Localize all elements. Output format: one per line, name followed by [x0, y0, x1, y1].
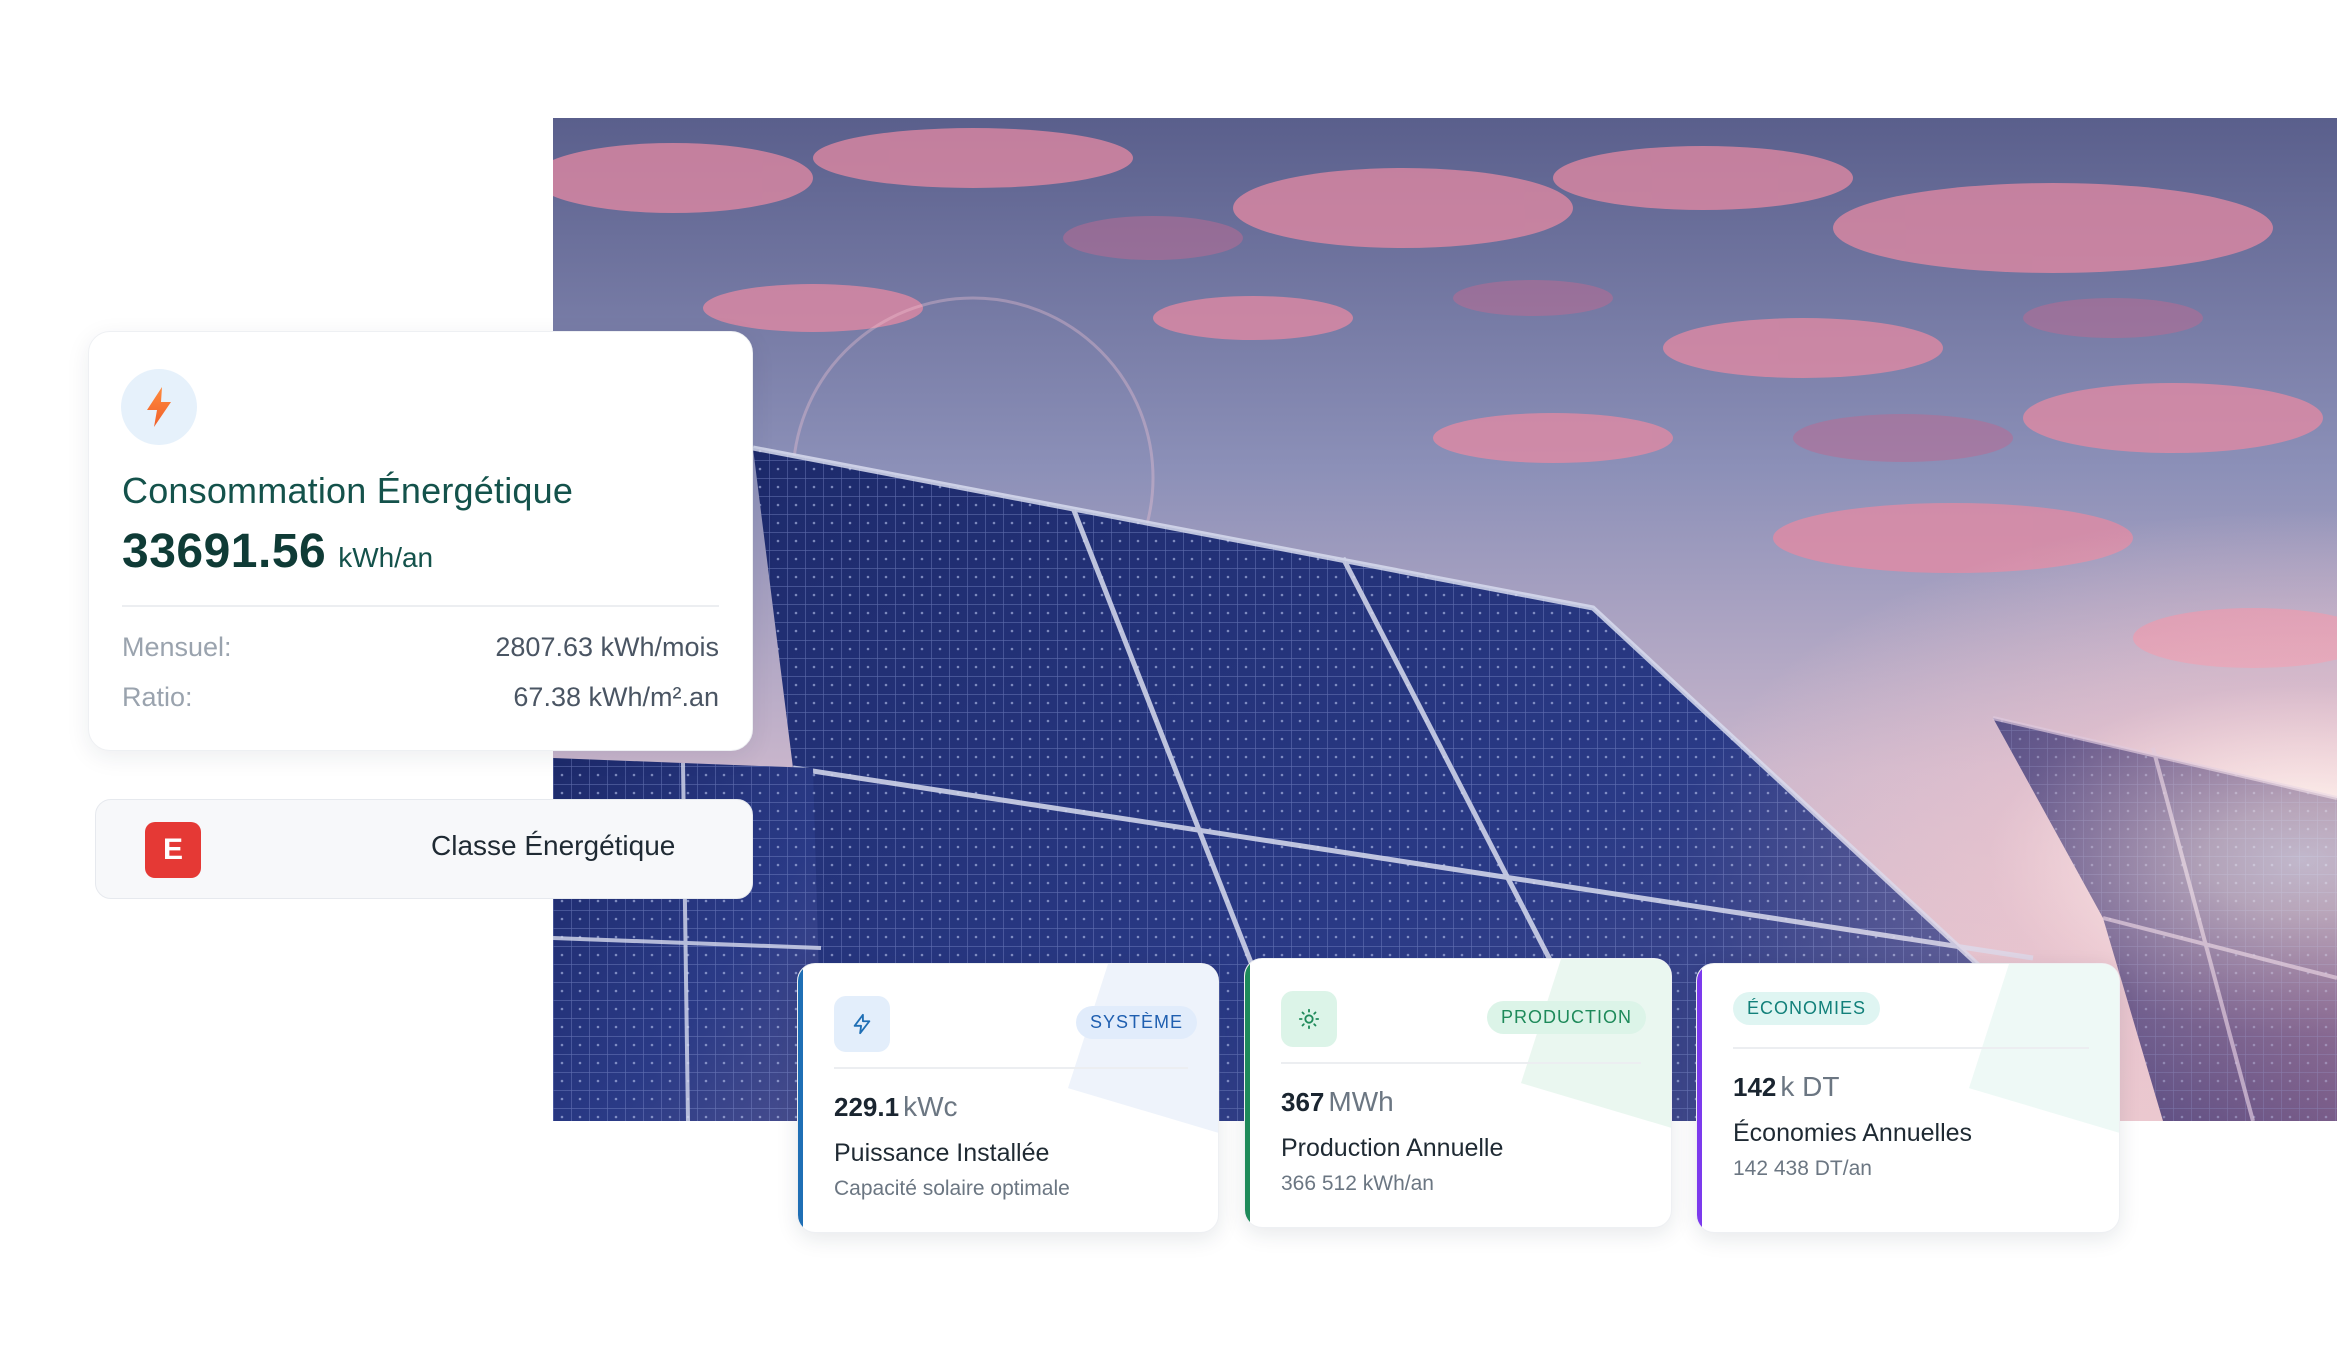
system-unit: kWc	[903, 1091, 958, 1122]
ratio-value: 67.38 kWh/m².an	[513, 682, 719, 712]
savings-unit: k DT	[1780, 1071, 1840, 1102]
card-decoration	[1969, 964, 2119, 1133]
kpi-card-production: PRODUCTION 367 MWh Production Annuelle 3…	[1244, 958, 1672, 1228]
energy-value: 33691.56	[122, 525, 327, 578]
kpi-card-system: SYSTÈME 229.1 kWc Puissance Installée Ca…	[797, 963, 1219, 1233]
energy-consumption-card: Consommation Énergétique 33691.56 kWh/an…	[88, 331, 753, 751]
savings-tag: ÉCONOMIES	[1733, 992, 1881, 1025]
system-tag: SYSTÈME	[1076, 1006, 1198, 1039]
ratio-stat-row: Ratio: 67.38 kWh/m².an	[122, 682, 719, 713]
system-label: Puissance Installée	[834, 1139, 1050, 1167]
monthly-stat-row: Mensuel: 2807.63 kWh/mois	[122, 632, 719, 663]
energy-unit: kWh/an	[338, 542, 434, 573]
system-value: 229.1	[834, 1092, 900, 1122]
divider	[1281, 1062, 1641, 1064]
savings-value-row: 142 k DT	[1733, 1071, 1840, 1103]
sun-icon	[1281, 991, 1337, 1047]
production-value-row: 367 MWh	[1281, 1086, 1394, 1118]
savings-sub: 142 438 DT/an	[1733, 1157, 1872, 1180]
bolt-icon	[121, 369, 197, 445]
production-sub: 366 512 kWh/an	[1281, 1172, 1434, 1195]
system-sub: Capacité solaire optimale	[834, 1177, 1070, 1200]
card-decoration	[1521, 959, 1671, 1128]
bolt-outline-icon	[834, 996, 890, 1052]
energy-class-badge: E	[145, 822, 201, 878]
divider	[834, 1067, 1188, 1069]
savings-value: 142	[1733, 1072, 1777, 1102]
energy-class-label: Classe Énergétique	[431, 830, 676, 861]
card-accent-bar	[1697, 964, 1702, 1232]
production-unit: MWh	[1328, 1086, 1394, 1117]
energy-class-card: E Classe Énergétique	[95, 799, 753, 899]
energy-title: Consommation Énergétique	[122, 470, 574, 511]
production-label: Production Annuelle	[1281, 1134, 1504, 1162]
production-tag: PRODUCTION	[1487, 1001, 1646, 1034]
monthly-label: Mensuel:	[122, 632, 232, 662]
savings-label: Économies Annuelles	[1733, 1119, 1973, 1147]
card-decoration	[1068, 964, 1218, 1133]
ratio-label: Ratio:	[122, 682, 193, 712]
divider	[1733, 1047, 2089, 1049]
card-accent-bar	[1245, 959, 1250, 1227]
system-value-row: 229.1 kWc	[834, 1091, 958, 1123]
kpi-card-savings: ÉCONOMIES 142 k DT Économies Annuelles 1…	[1696, 963, 2120, 1233]
energy-value-row: 33691.56 kWh/an	[122, 524, 433, 579]
production-value: 367	[1281, 1087, 1325, 1117]
card-accent-bar	[798, 964, 803, 1232]
monthly-value: 2807.63 kWh/mois	[495, 632, 719, 662]
divider	[122, 605, 719, 607]
